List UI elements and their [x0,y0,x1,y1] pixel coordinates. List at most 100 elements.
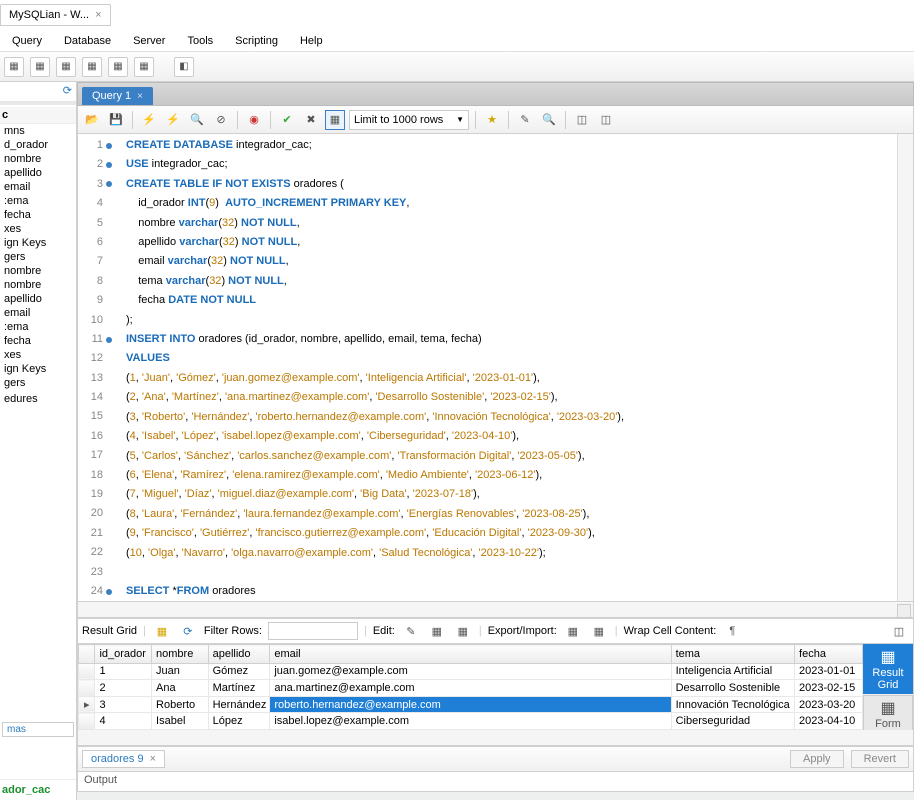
schema-tree-item[interactable]: nombre [0,152,76,166]
import-icon[interactable]: ▦ [589,621,609,641]
schema-tree-item[interactable]: gers [0,250,76,264]
schema-group[interactable]: c [0,107,76,124]
code-line[interactable]: (10, 'Olga', 'Navarro', 'olga.navarro@ex… [126,544,913,563]
column-header[interactable]: email [270,645,671,664]
grid-cell[interactable]: Inteligencia Artificial [671,663,794,680]
wrap-icon[interactable]: ¶ [722,621,742,641]
schema-tree-item[interactable]: email [0,306,76,320]
menu-tools[interactable]: Tools [177,35,223,47]
brush-icon[interactable]: ✎ [515,110,535,130]
menu-help[interactable]: Help [290,35,333,47]
schema-tree-item[interactable]: nombre [0,264,76,278]
active-schema[interactable]: ador_cac [0,779,76,800]
window-tab[interactable]: MySQLian - W... × [0,4,111,26]
grid-cell[interactable] [79,680,95,697]
execute-step-icon[interactable]: ⚡ [163,110,183,130]
filter-input[interactable] [268,622,358,640]
code-line[interactable] [126,563,913,582]
delete-row-icon[interactable]: ▦ [453,621,473,641]
toolbar-icon[interactable]: ▦ [82,57,102,77]
panel-toggle-icon[interactable]: ◫ [889,621,909,641]
column-header[interactable]: tema [671,645,794,664]
code-line[interactable]: (7, 'Miguel', 'Díaz', 'miguel.diaz@examp… [126,485,913,504]
code-line[interactable]: INSERT INTO oradores (id_orador, nombre,… [126,330,913,349]
column-header[interactable]: nombre [152,645,209,664]
column-header[interactable] [79,645,95,664]
schema-tree-item[interactable]: :ema [0,194,76,208]
grid-cell[interactable]: Roberto [152,696,209,713]
open-icon[interactable]: 📂 [82,110,102,130]
grid-cell[interactable]: Hernández [208,696,270,713]
toolbar-icon[interactable]: ◧ [174,57,194,77]
code-line[interactable]: (1, 'Juan', 'Gómez', 'juan.gomez@example… [126,369,913,388]
close-icon[interactable]: × [95,9,101,21]
column-header[interactable]: fecha [795,645,863,664]
schema-tree-item[interactable]: email [0,180,76,194]
grid-cell[interactable]: Ana [152,680,209,697]
code-line[interactable]: email varchar(32) NOT NULL, [126,252,913,271]
schema-tree-item[interactable]: mns [0,124,76,138]
code-line[interactable]: CREATE TABLE IF NOT EXISTS oradores ( [126,175,913,194]
execute-icon[interactable]: ⚡ [139,110,159,130]
edit-icon[interactable]: ✎ [401,621,421,641]
toolbar-icon[interactable]: ▦ [30,57,50,77]
panel-icon[interactable]: ◫ [572,110,592,130]
commit-icon[interactable]: ✔ [277,110,297,130]
apply-button[interactable]: Apply [790,750,844,768]
grid-cell[interactable]: Innovación Tecnológica [671,696,794,713]
grid-cell[interactable]: Isabel [152,713,209,730]
menu-query[interactable]: Query [2,35,52,47]
grid-cell[interactable]: 4 [95,713,152,730]
result-view-button[interactable]: ▦Result Grid [863,644,913,694]
schema-tree-item[interactable]: d_orador [0,138,76,152]
output-panel-header[interactable]: Output [77,772,914,792]
toolbar-icon[interactable]: ▦ [134,57,154,77]
close-icon[interactable]: × [137,91,143,102]
schema-tree-item[interactable]: edures [0,392,76,406]
grid-cell[interactable]: 2023-01-01 [795,663,863,680]
schema-tree-item[interactable]: fecha [0,334,76,348]
grid-cell[interactable]: López [208,713,270,730]
refresh-icon[interactable]: ⟳ [178,621,198,641]
grid-cell[interactable]: Gómez [208,663,270,680]
code-line[interactable]: USE integrador_cac; [126,155,913,174]
code-line[interactable]: tema varchar(32) NOT NULL, [126,272,913,291]
code-line[interactable]: fecha DATE NOT NULL [126,291,913,310]
close-icon[interactable]: × [150,753,156,765]
grid-scrollbar[interactable] [77,730,914,746]
schema-tree-item[interactable]: xes [0,348,76,362]
code-line[interactable]: (3, 'Roberto', 'Hernández', 'roberto.her… [126,408,913,427]
save-icon[interactable]: 💾 [106,110,126,130]
sql-editor[interactable]: 1 2 3 4 5 6 7 8 9 10 11 12 13 14 15 16 1… [77,134,914,602]
grid-cell[interactable]: isabel.lopez@example.com [270,713,671,730]
grid-cell[interactable]: 1 [95,663,152,680]
code-line[interactable]: VALUES [126,349,913,368]
autocommit-icon[interactable]: ▦ [325,110,345,130]
schema-tree-item[interactable]: ign Keys [0,362,76,376]
code-line[interactable]: (8, 'Laura', 'Fernández', 'laura.fernand… [126,505,913,524]
limit-rows-select[interactable]: Limit to 1000 rows ▼ [349,110,469,130]
code-line[interactable]: (9, 'Francisco', 'Gutiérrez', 'francisco… [126,524,913,543]
grid-cell[interactable]: 2023-02-15 [795,680,863,697]
schema-tree-item[interactable]: ign Keys [0,236,76,250]
code-line[interactable]: nombre varchar(32) NOT NULL, [126,214,913,233]
code-line[interactable]: (4, 'Isabel', 'López', 'isabel.lopez@exa… [126,427,913,446]
scrollbar-horizontal[interactable] [77,602,914,618]
schema-tree-item[interactable]: fecha [0,208,76,222]
grid-cell[interactable]: ▸ [79,696,95,713]
code-line[interactable]: SELECT *FROM oradores [126,582,913,601]
grid-icon[interactable]: ▦ [152,621,172,641]
stop-icon[interactable]: ⊘ [211,110,231,130]
export-icon[interactable]: ▦ [563,621,583,641]
code-line[interactable]: CREATE DATABASE integrador_cac; [126,136,913,155]
column-header[interactable]: apellido [208,645,270,664]
scrollbar-vertical[interactable] [897,134,913,601]
grid-cell[interactable]: Ciberseguridad [671,713,794,730]
code-line[interactable]: (6, 'Elena', 'Ramírez', 'elena.ramirez@e… [126,466,913,485]
grid-cell[interactable]: roberto.hernandez@example.com [270,696,671,713]
beautify-icon[interactable]: ★ [482,110,502,130]
explain-icon[interactable]: 🔍 [187,110,207,130]
revert-button[interactable]: Revert [851,750,909,768]
schemas-tab[interactable]: mas [2,722,74,737]
grid-cell[interactable]: 3 [95,696,152,713]
